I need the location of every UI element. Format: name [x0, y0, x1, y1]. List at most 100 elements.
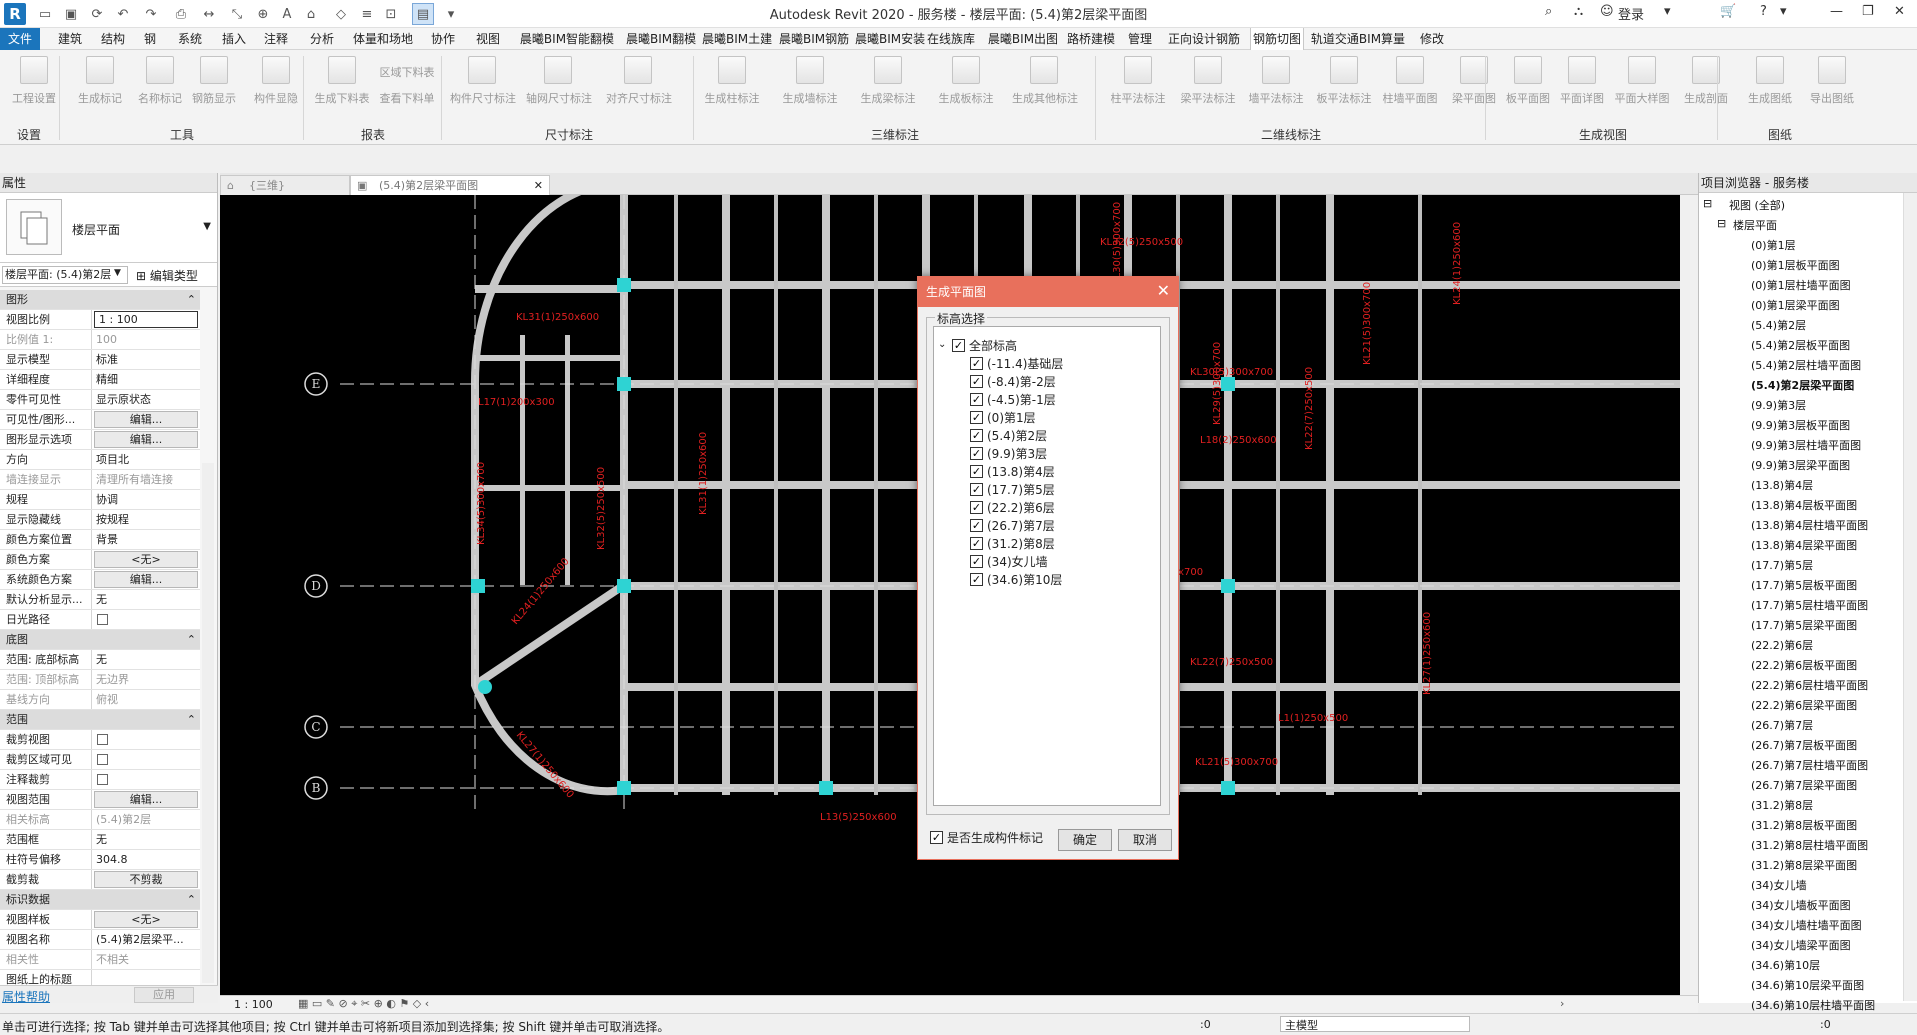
property-section[interactable]: 标识数据 ⌃ — [0, 890, 200, 910]
ribbon-button-12[interactable]: 生成墙标注 — [778, 56, 842, 116]
ribbon-button-24[interactable]: 平面大样图 — [1610, 56, 1674, 116]
view-control-icons[interactable]: ▦ ▭ ✎ ⊘ ⌖ ✂ ⊕ ◐ ⚑ ◇ ‹ — [298, 997, 429, 1011]
selection-filter-count[interactable]: :0 — [1820, 1018, 1831, 1031]
type-selector[interactable]: 楼层平面 ▼ — [0, 193, 217, 263]
level-node[interactable]: ✓ (26.7)第7层 — [970, 517, 1055, 534]
print-icon[interactable]: ⎙ — [170, 3, 192, 25]
browser-view-item[interactable]: (26.7)第7层梁平面图 — [1751, 777, 1857, 793]
instance-filter-dropdown-icon[interactable]: ▼ — [114, 268, 121, 278]
level-node[interactable]: ✓ (-11.4)基础层 — [970, 355, 1063, 372]
property-checkbox[interactable] — [97, 614, 108, 625]
level-checkbox[interactable]: ✓ — [952, 339, 965, 352]
browser-root-views[interactable]: 视图 (全部) — [1729, 197, 1785, 213]
ribbon-button-1[interactable]: 生成标记 — [68, 56, 132, 116]
level-node[interactable]: ✓ (0)第1层 — [970, 409, 1036, 426]
menu-tab-8[interactable]: 体量和场地 — [350, 28, 416, 50]
type-dropdown-icon[interactable]: ▼ — [203, 221, 211, 232]
ribbon-button-5[interactable]: 生成下料表 — [310, 56, 374, 116]
browser-view-item[interactable]: (17.7)第5层板平面图 — [1751, 577, 1857, 593]
collapse-section-icon[interactable]: ⌃ — [180, 890, 200, 909]
browser-view-item[interactable]: (31.2)第8层 — [1751, 797, 1813, 813]
menu-tab-5[interactable]: 插入 — [216, 28, 252, 50]
property-edit-button[interactable]: 编辑... — [94, 791, 198, 808]
property-value[interactable]: 304.8 — [92, 850, 200, 869]
save-icon[interactable]: ▣ — [60, 3, 82, 25]
menu-tab-0[interactable]: 文件 — [0, 28, 40, 50]
search-icon[interactable]: ⌕ — [1545, 4, 1552, 19]
level-node[interactable]: ✓ (-8.4)第-2层 — [970, 373, 1056, 390]
menu-tab-20[interactable]: 正向设计钢筋 — [1164, 28, 1244, 50]
close-button[interactable]: ✕ — [1894, 4, 1905, 19]
level-checkbox[interactable]: ✓ — [970, 375, 983, 388]
collapse-section-icon[interactable]: ⌃ — [180, 290, 200, 309]
level-node[interactable]: ✓ (22.2)第6层 — [970, 499, 1055, 516]
menu-tab-13[interactable]: 晨曦BIM土建 — [702, 28, 772, 50]
ribbon-button-16[interactable]: 柱平法标注 — [1106, 56, 1170, 116]
ribbon-button-9[interactable]: 轴网尺寸标注 — [526, 56, 592, 116]
help-icon[interactable]: ? — [1760, 4, 1767, 19]
level-node[interactable]: ✓ (17.7)第5层 — [970, 481, 1055, 498]
property-value[interactable]: 精细 — [92, 370, 200, 389]
menu-tab-9[interactable]: 协作 — [424, 28, 462, 50]
section-icon[interactable]: ◇ — [330, 3, 352, 25]
ribbon-button-25[interactable]: 生成剖面 — [1674, 56, 1738, 116]
apply-button[interactable]: 应用 — [134, 987, 194, 1003]
menu-tab-23[interactable]: 修改 — [1412, 28, 1452, 50]
menu-tab-12[interactable]: 晨曦BIM翻模 — [626, 28, 696, 50]
property-checkbox[interactable] — [97, 754, 108, 765]
browser-view-item[interactable]: (5.4)第2层板平面图 — [1751, 337, 1850, 353]
browser-view-item[interactable]: (31.2)第8层梁平面图 — [1751, 857, 1857, 873]
ok-button[interactable]: 确定 — [1058, 829, 1112, 851]
level-node[interactable]: ✓ (34)女儿墙 — [970, 553, 1048, 570]
ribbon-button-0[interactable]: 工程设置 — [2, 56, 66, 116]
level-node[interactable]: ✓ (5.4)第2层 — [970, 427, 1047, 444]
menu-tab-3[interactable]: 钢 — [136, 28, 164, 50]
menu-tab-11[interactable]: 晨曦BIM智能翻模 — [515, 28, 619, 50]
level-checkbox[interactable]: ✓ — [970, 429, 983, 442]
level-checkbox[interactable]: ✓ — [970, 465, 983, 478]
ribbon-button-17[interactable]: 梁平法标注 — [1176, 56, 1240, 116]
ribbon-button-13[interactable]: 生成梁标注 — [856, 56, 920, 116]
property-value[interactable]: 项目北 — [92, 450, 200, 469]
browser-view-item[interactable]: (13.8)第4层 — [1751, 477, 1813, 493]
browser-view-item[interactable]: (26.7)第7层板平面图 — [1751, 737, 1857, 753]
ribbon-button-11[interactable]: 生成柱标注 — [700, 56, 764, 116]
browser-view-item[interactable]: (9.9)第3层柱墙平面图 — [1751, 437, 1861, 453]
horizontal-scroll-arrow-icon[interactable]: › — [1560, 997, 1564, 1010]
switch-windows-icon[interactable]: ▤ — [412, 3, 434, 25]
tab-beam-plan[interactable]: ▣ (5.4)第2层梁平面图 ✕ — [350, 175, 550, 195]
property-value[interactable]: 标准 — [92, 350, 200, 369]
level-checkbox[interactable]: ✓ — [970, 555, 983, 568]
ribbon-button-27[interactable]: 导出图纸 — [1800, 56, 1864, 116]
browser-view-item[interactable]: (34)女儿墙 — [1751, 877, 1807, 893]
gen-marks-checkbox[interactable]: ✓ — [930, 831, 943, 844]
property-edit-button[interactable]: <无> — [94, 551, 198, 568]
level-checkbox[interactable]: ✓ — [970, 519, 983, 532]
login-link[interactable]: 登录 — [1618, 4, 1644, 23]
design-option-select[interactable]: 主模型 — [1280, 1016, 1470, 1032]
browser-view-item[interactable]: (26.7)第7层 — [1751, 717, 1813, 733]
browser-view-item[interactable]: (13.8)第4层梁平面图 — [1751, 537, 1857, 553]
browser-view-item[interactable]: (0)第1层 — [1751, 237, 1796, 253]
workset-coord[interactable]: :0 — [1200, 1018, 1211, 1031]
browser-scrollbar[interactable] — [1903, 193, 1917, 1001]
property-value[interactable]: 按规程 — [92, 510, 200, 529]
browser-view-item[interactable]: (5.4)第2层柱墙平面图 — [1751, 357, 1861, 373]
browser-group-floor-plans[interactable]: 楼层平面 — [1733, 217, 1777, 233]
customize-toolbar-icon[interactable]: ▾ — [440, 3, 462, 25]
browser-view-item[interactable]: (13.8)第4层板平面图 — [1751, 497, 1857, 513]
login-dropdown-icon[interactable]: ▾ — [1664, 4, 1671, 19]
browser-view-item[interactable]: (34.6)第10层柱墙平面图 — [1751, 997, 1875, 1013]
level-checkbox[interactable]: ✓ — [970, 393, 983, 406]
gen-marks-option[interactable]: ✓ 是否生成构件标记 — [930, 829, 1043, 846]
close-hidden-icon[interactable]: ⊡ — [380, 3, 402, 25]
property-value[interactable]: 协调 — [92, 490, 200, 509]
ribbon-button-14[interactable]: 生成板标注 — [934, 56, 998, 116]
measure-icon[interactable]: ↔ — [198, 3, 220, 25]
ribbon-button-23[interactable]: 平面详图 — [1550, 56, 1614, 116]
browser-view-item[interactable]: (17.7)第5层柱墙平面图 — [1751, 597, 1868, 613]
browser-view-item[interactable]: (34.6)第10层 — [1751, 957, 1820, 973]
dialog-close-icon[interactable]: ✕ — [1157, 281, 1170, 300]
instance-filter-select[interactable]: 楼层平面: (5.4)第2层 — [2, 266, 128, 284]
menu-tab-15[interactable]: 晨曦BIM安装 — [855, 28, 925, 50]
